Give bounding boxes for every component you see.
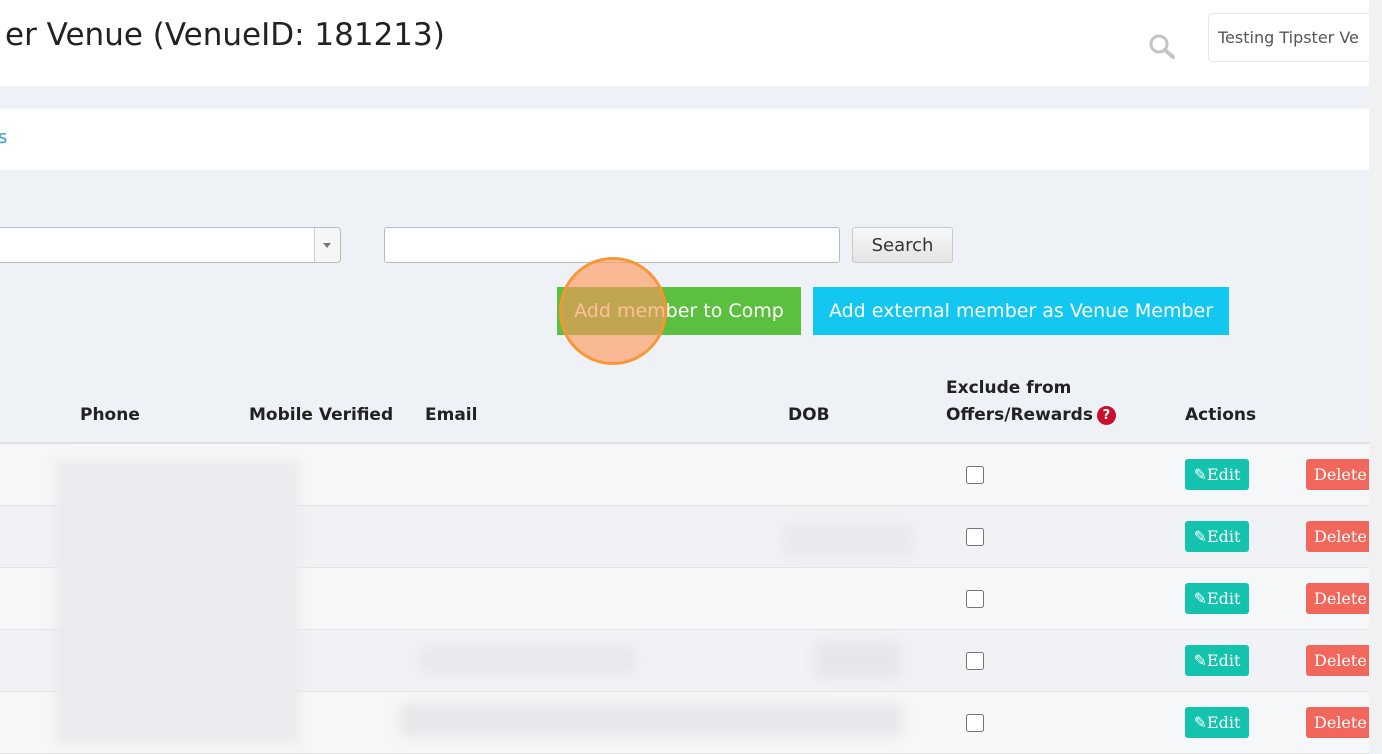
venue-selector-input[interactable] [1208,13,1378,62]
exclude-checkbox[interactable] [966,652,984,670]
exclude-checkbox[interactable] [966,590,984,608]
pencil-icon: ✎ [1193,589,1207,608]
filter-select[interactable] [0,227,341,263]
breadcrumb-link[interactable]: s [0,127,7,148]
column-header-phone: Phone [80,405,140,425]
search-button[interactable]: Search [852,227,953,263]
table-row: ✎Edit Delete [0,692,1378,754]
column-header-exclude-line1: Exclude from [946,378,1072,398]
exclude-checkbox[interactable] [966,528,984,546]
page-edge [1369,0,1382,744]
pencil-icon: ✎ [1193,651,1207,670]
edit-button[interactable]: ✎Edit [1185,583,1249,614]
breadcrumb: s [0,109,1369,170]
column-header-actions: Actions [1185,405,1257,425]
search-icon[interactable] [1148,33,1176,59]
column-header-dob: DOB [788,405,830,425]
column-header-exclude: Exclude from Offers/Rewards? [946,375,1116,429]
table-row: ✎Edit Delete [0,630,1378,692]
pencil-icon: ✎ [1193,527,1207,546]
add-member-to-comp-button[interactable]: Add member to Comp [557,287,801,335]
delete-button[interactable]: Delete [1306,707,1378,738]
search-input[interactable] [384,227,840,263]
column-header-exclude-line2: Offers/Rewards [946,405,1093,425]
delete-button[interactable]: Delete [1306,459,1378,490]
column-header-mobile-verified: Mobile Verified [249,405,394,425]
delete-button[interactable]: Delete [1306,645,1378,676]
page-title: er Venue (VenueID: 181213) [5,17,445,53]
pencil-icon: ✎ [1193,465,1207,484]
edit-button[interactable]: ✎Edit [1185,521,1249,552]
add-external-member-button[interactable]: Add external member as Venue Member [813,287,1229,335]
table-row: ✎Edit Delete [0,568,1378,630]
pencil-icon: ✎ [1193,713,1207,732]
page-header: er Venue (VenueID: 181213) [0,0,1378,86]
table-row: ✎Edit Delete [0,444,1378,506]
delete-button[interactable]: Delete [1306,521,1378,552]
table-row: ✎Edit Delete [0,506,1378,568]
exclude-checkbox[interactable] [966,466,984,484]
chevron-down-icon[interactable] [314,228,340,262]
column-header-email: Email [425,405,478,425]
help-icon[interactable]: ? [1096,405,1116,425]
table-body: ✎Edit Delete ✎Edit Delete ✎Edit Delete ✎… [0,444,1378,754]
exclude-checkbox[interactable] [966,714,984,732]
delete-button[interactable]: Delete [1306,583,1378,614]
edit-button[interactable]: ✎Edit [1185,645,1249,676]
edit-button[interactable]: ✎Edit [1185,459,1249,490]
edit-button[interactable]: ✎Edit [1185,707,1249,738]
